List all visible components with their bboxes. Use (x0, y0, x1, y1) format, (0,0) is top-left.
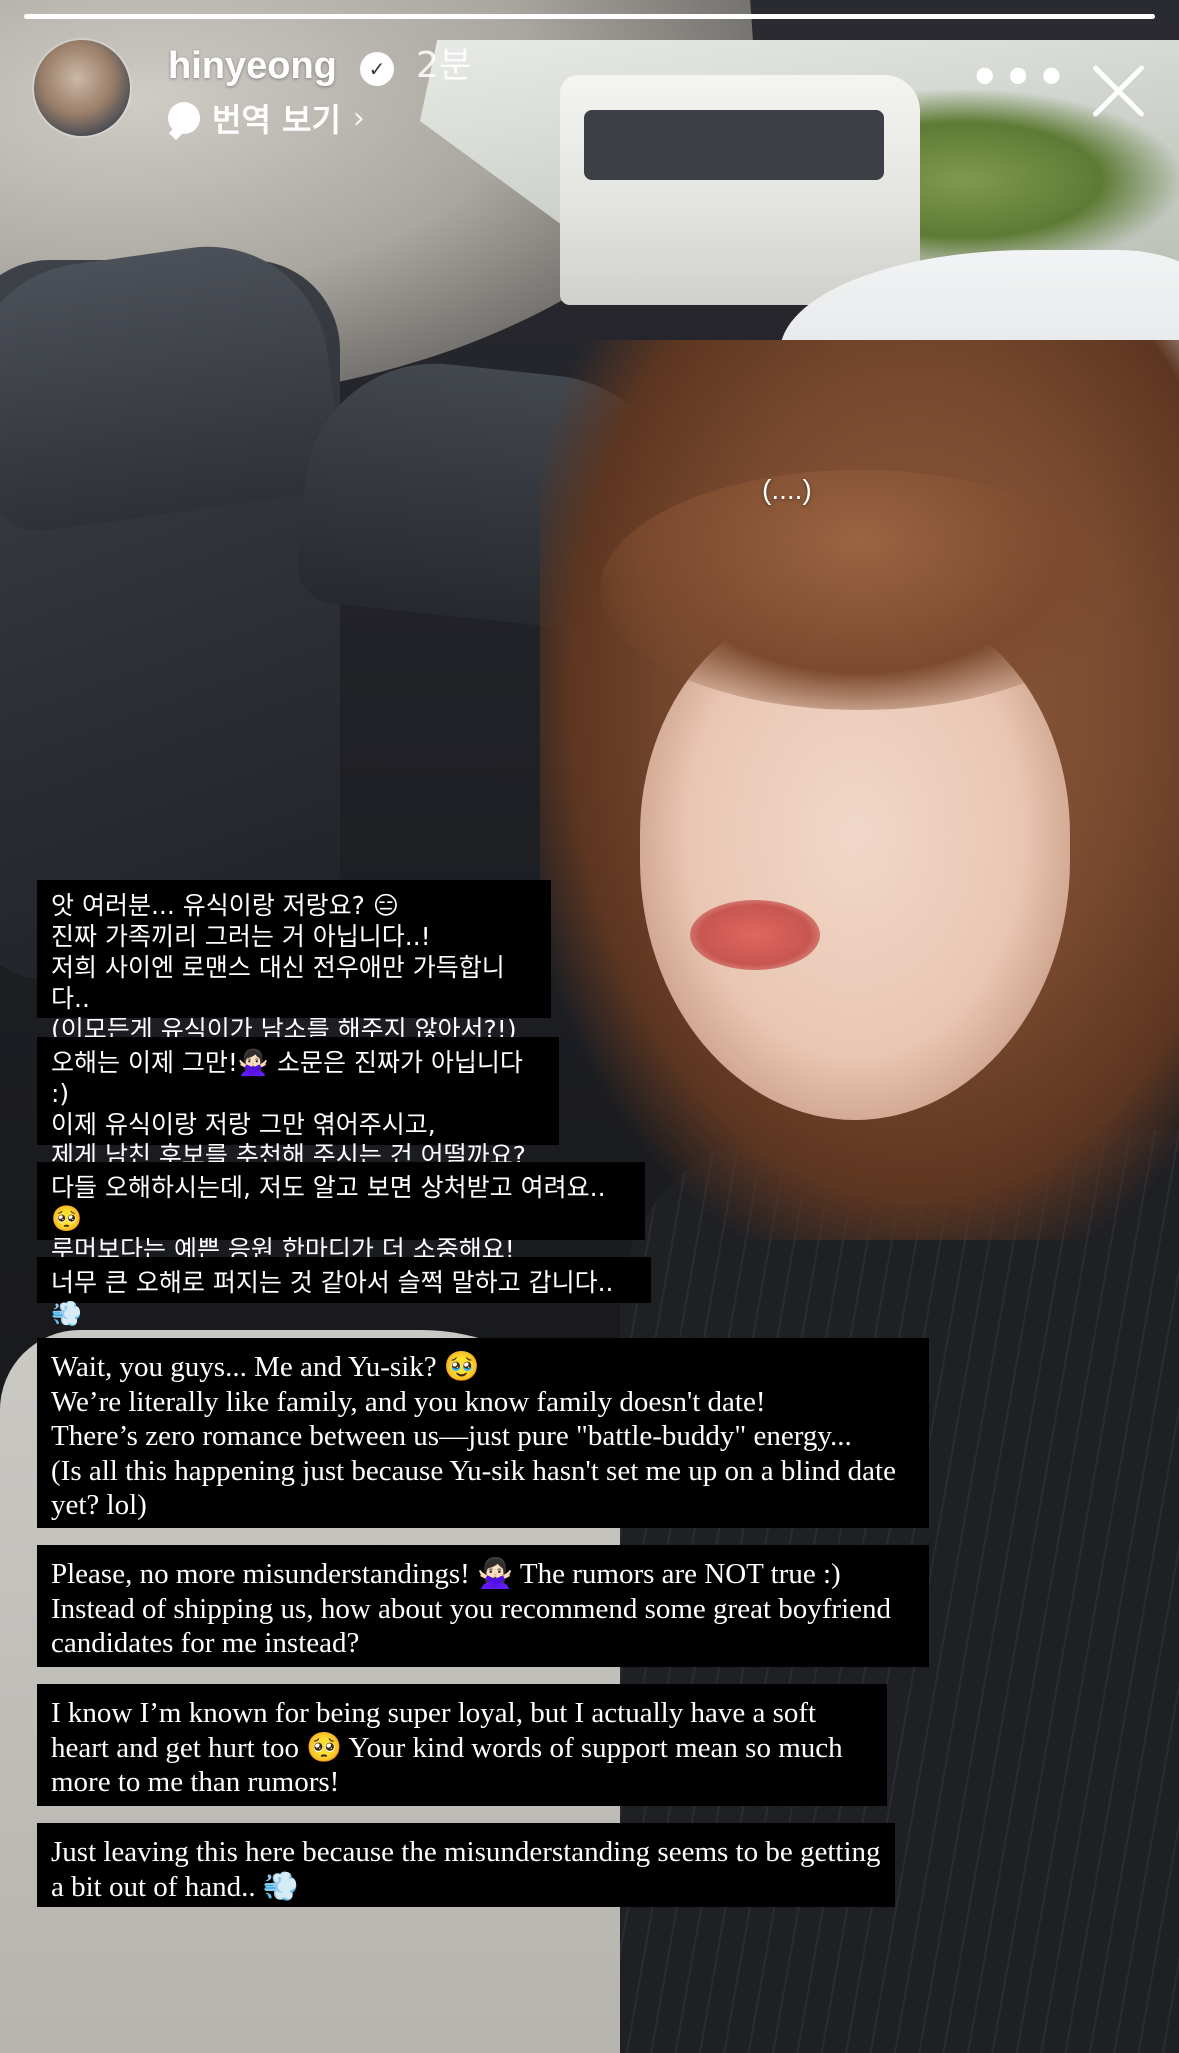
translate-button[interactable]: 번역 보기 › (168, 96, 365, 140)
caption-en-2: Please, no more misunderstandings! 🙅🏻‍♀️… (37, 1545, 929, 1667)
caption-ko-2: 오해는 이제 그만!🙅🏻‍♀️ 소문은 진짜가 아닙니다 :) 이제 유식이랑 … (37, 1037, 559, 1170)
username[interactable]: hinyeong (168, 44, 337, 88)
chevron-right-icon: › (352, 100, 365, 136)
caption-en-3: I know I’m known for being super loyal, … (37, 1684, 887, 1806)
photo-note: (....) (762, 474, 812, 505)
close-icon[interactable] (1085, 58, 1151, 124)
more-options-icon[interactable]: ••• (970, 54, 1070, 100)
lips (690, 900, 820, 970)
avatar[interactable] (34, 40, 130, 136)
story-progress-fill (24, 14, 1155, 19)
caption-ko-3: 다들 오해하시는데, 저도 알고 보면 상처받고 여려요..🥺 루머보다는 예쁜… (37, 1162, 645, 1264)
caption-en-4: Just leaving this here because the misun… (37, 1823, 895, 1907)
translate-label: 번역 보기 (212, 101, 341, 139)
speech-bubble-icon (168, 102, 200, 134)
verified-badge-icon: ✓ (360, 52, 394, 86)
time-ago: 2분 (416, 45, 473, 86)
caption-ko-4: 너무 큰 오해로 퍼지는 것 같아서 슬쩍 말하고 갑니다..💨 (37, 1257, 651, 1328)
caption-en-1: Wait, you guys... Me and Yu-sik? 🥹 We’re… (37, 1338, 929, 1528)
van-window (584, 110, 884, 180)
bangs (600, 470, 1120, 710)
caption-ko-1: 앗 여러분... 유식이랑 저랑요? 😑 진짜 가족끼리 그러는 거 아닙니다.… (37, 880, 551, 1044)
story-progress-bar (24, 14, 1155, 19)
